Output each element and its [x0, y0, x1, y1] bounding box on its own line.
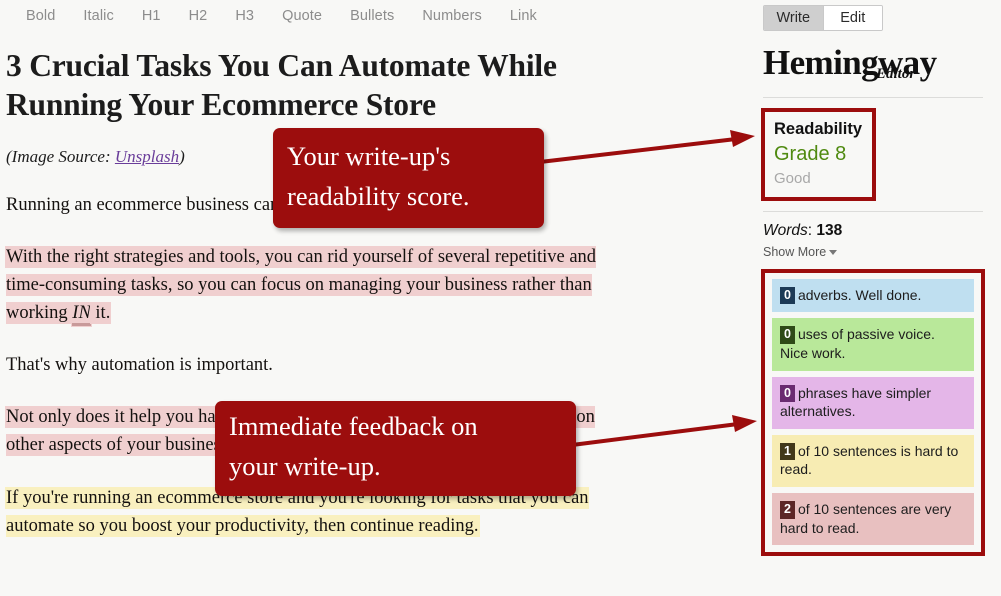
- editor-pane: Bold Italic H1 H2 H3 Quote Bullets Numbe…: [0, 0, 745, 596]
- format-button-numbers[interactable]: Numbers: [408, 0, 496, 32]
- stat-text-hard-sentences: of 10 sentences is hard to read.: [780, 442, 959, 478]
- stat-text-passive-voice: uses of passive voice. Nice work.: [780, 326, 935, 362]
- stat-badge-hard-sentences: 1: [780, 442, 795, 461]
- word-count-line: Words: 138: [763, 222, 991, 240]
- stat-card-very-hard-sentences[interactable]: 2 of 10 sentences are very hard to read.: [772, 493, 974, 546]
- divider-mid: [763, 210, 983, 212]
- stat-card-adverbs[interactable]: 0 adverbs. Well done.: [772, 278, 974, 313]
- document-title[interactable]: 3 Crucial Tasks You Can Automate While R…: [6, 46, 586, 125]
- format-button-bold[interactable]: Bold: [12, 0, 69, 32]
- paragraph-2[interactable]: With the right strategies and tools, you…: [6, 243, 598, 327]
- readability-label: Readability: [774, 120, 863, 138]
- word-count-value: 138: [816, 221, 843, 239]
- tab-edit[interactable]: Edit: [822, 6, 882, 30]
- feedback-callout-line-2: your write-up.: [229, 451, 381, 481]
- format-button-h1[interactable]: H1: [128, 0, 175, 32]
- feedback-callout: Immediate feedback on your write-up.: [215, 401, 576, 496]
- stat-badge-very-hard-sentences: 2: [780, 501, 795, 519]
- readability-callout: Your write-up's readability score.: [273, 128, 544, 228]
- paragraph-5-text-after: ctivity, then continue reading.: [258, 515, 479, 536]
- stat-badge-adverbs: 0: [780, 286, 795, 305]
- stat-card-passive-voice[interactable]: 0 uses of passive voice. Nice work.: [772, 318, 974, 371]
- format-button-bullets[interactable]: Bullets: [336, 0, 408, 32]
- format-button-h2[interactable]: H2: [175, 0, 222, 32]
- format-button-link[interactable]: Link: [496, 0, 551, 32]
- readability-verdict: Good: [774, 170, 811, 188]
- stat-text-simpler-alternatives: phrases have simpler alternatives.: [780, 384, 932, 420]
- readability-grade: Grade 8: [774, 143, 847, 166]
- image-source-suffix: ): [179, 146, 185, 166]
- readability-callout-line-2: readability score.: [287, 180, 470, 211]
- writing-stats-panel: 0 adverbs. Well done. 0 uses of passive vo…: [761, 268, 985, 557]
- paragraph-3[interactable]: That's why automation is important.: [6, 351, 598, 379]
- divider-top: [763, 97, 983, 98]
- paragraph-2-adverb: IN: [72, 303, 91, 327]
- show-more-label: Show More: [763, 244, 827, 259]
- stat-badge-passive-voice: 0: [780, 326, 795, 345]
- tab-write[interactable]: Write: [764, 6, 823, 30]
- stat-badge-simpler-alternatives: 0: [780, 384, 795, 403]
- chevron-down-icon: [829, 249, 838, 255]
- readability-panel: Readability Grade 8 Good: [761, 108, 876, 201]
- stat-card-hard-sentences[interactable]: 1 of 10 sentences is hard to read.: [772, 434, 974, 488]
- image-source-prefix: (Image Source:: [6, 146, 115, 166]
- annotation-arrow-readability: [539, 130, 755, 164]
- format-toolbar: Bold Italic H1 H2 H3 Quote Bullets Numbe…: [0, 0, 745, 32]
- document-editing-area[interactable]: 3 Crucial Tasks You Can Automate While R…: [0, 32, 745, 596]
- readability-callout-line-1: Your write-up's: [287, 140, 451, 171]
- paragraph-3-text: That's why automation is important.: [6, 355, 273, 376]
- annotation-arrow-feedback: [571, 415, 757, 447]
- hemingway-editor-window: Bold Italic H1 H2 H3 Quote Bullets Numbe…: [0, 0, 1001, 596]
- feedback-callout-line-1: Immediate feedback on: [229, 411, 478, 442]
- format-button-italic[interactable]: Italic: [69, 0, 127, 32]
- stat-text-very-hard-sentences: of 10 sentences are very hard to read.: [780, 501, 952, 536]
- word-count-label: Words: [763, 221, 808, 239]
- mode-tab-group: Write Edit: [763, 5, 883, 31]
- show-more-toggle[interactable]: Show More: [763, 244, 838, 259]
- sidebar: Write Edit Hemingway Editor Readability …: [745, 0, 1001, 596]
- stat-text-adverbs: adverbs. Well done.: [797, 286, 922, 303]
- format-button-quote[interactable]: Quote: [268, 0, 336, 32]
- format-button-h3[interactable]: H3: [221, 0, 268, 32]
- unsplash-link[interactable]: Unsplash: [115, 147, 179, 166]
- stat-card-simpler-alternatives[interactable]: 0 phrases have simpler alternatives.: [772, 376, 974, 429]
- brand-subtitle: Editor: [876, 66, 916, 82]
- paragraph-2-text-after: it.: [90, 303, 111, 324]
- hemingway-logo: Hemingway Editor: [763, 45, 991, 87]
